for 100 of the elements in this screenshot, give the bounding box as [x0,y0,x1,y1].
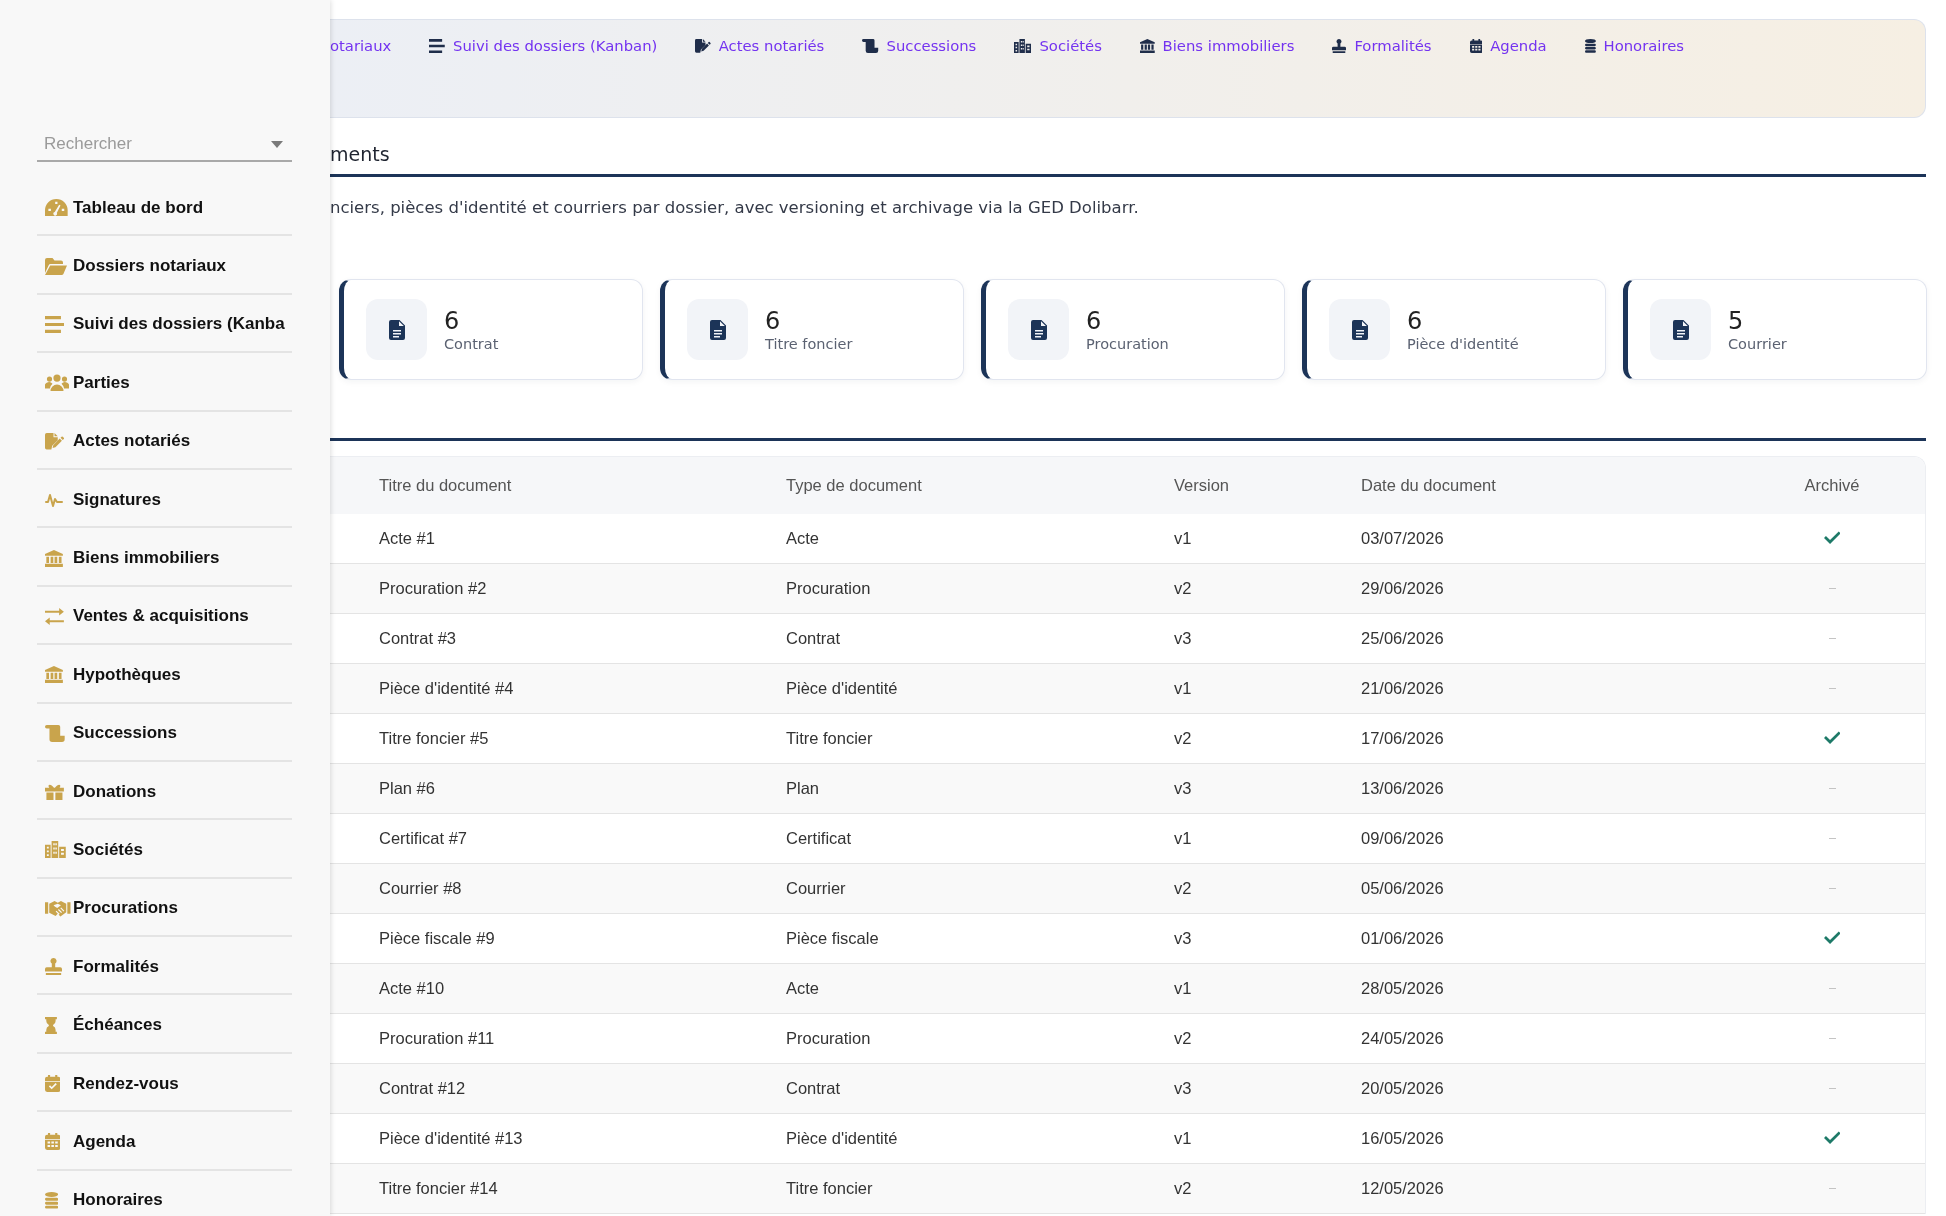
sidebar-item[interactable]: Honoraires [37,1170,292,1216]
column-header: Version [1174,476,1230,495]
buildings-icon [1014,39,1032,53]
zigzag-line-icon [45,492,63,507]
table-cell: v1 [1174,1129,1192,1148]
page-description: nciers, pièces d'identité et courriers par dossier, avec versioning et archivage via la GED Dolibarr. [330,198,1139,217]
nav-link[interactable]: Successions [862,36,977,56]
column-header: Archivé [1804,476,1860,495]
caret-down-icon [271,141,283,148]
table-cell: Titre foncier [786,729,873,748]
search-field[interactable]: Rechercher [37,128,292,162]
document-pen-icon [45,432,64,450]
table-cell: Titre foncier #5 [379,729,489,748]
table-cell: Plan #6 [379,779,435,798]
gift-icon [45,783,64,801]
sidebar-item[interactable]: Parties [37,353,292,412]
table-cell: Pièce d'identité #4 [379,679,514,698]
table-cell: v1 [1174,529,1192,548]
table-cell: Plan [786,779,820,798]
table-cell: Contrat #3 [379,629,457,648]
table-cell: Pièce d'identité #13 [379,1129,523,1148]
table-cell: v2 [1174,579,1192,598]
sidebar-item[interactable]: Formalités [37,937,292,996]
sidebar-item[interactable]: Tableau de bord [37,178,292,237]
table-cell: Procuration [786,1029,871,1048]
table-cell: 12/05/2026 [1361,1179,1444,1198]
column-header: Titre du document [379,476,512,495]
table-cell: 09/06/2026 [1361,829,1444,848]
scroll-icon [862,39,879,53]
stat-label: Titre foncier [765,334,853,353]
table-cell: Acte #1 [379,529,435,548]
sidebar-item[interactable]: Procurations [37,878,292,938]
sidebar-item[interactable]: Sociétés [37,820,292,879]
page-title: ments [330,143,390,165]
table-cell: Courrier #8 [379,879,462,898]
sidebar-item[interactable]: Ventes & acquisitions [37,586,292,646]
swap-arrows-icon [45,607,64,625]
nav-link[interactable]: Biens immobiliers [1139,36,1295,56]
table-cell: v1 [1174,679,1192,698]
sidebar-item[interactable]: Suivi des dossiers (Kanba [37,294,292,354]
nav-link[interactable]: Formalités [1332,36,1432,56]
sidebar-item[interactable]: Agenda [37,1112,292,1171]
stamp-icon [45,958,62,976]
nav-link[interactable]: Agenda [1469,36,1547,56]
sidebar-item[interactable]: Donations [37,761,292,821]
table-cell: 21/06/2026 [1361,679,1444,698]
nav-link[interactable]: Suivi des dossiers (Kanban) [429,36,658,56]
sidebar-item[interactable]: Signatures [37,469,292,529]
sidebar-item[interactable]: Actes notariés [37,411,292,470]
table-cell: 25/06/2026 [1361,629,1444,648]
nav-link[interactable]: Honoraires [1584,36,1684,56]
table-cell: v3 [1174,929,1192,948]
table-cell: Certificat [786,829,852,848]
nav-link[interactable]: otariaux [330,36,392,56]
table-cell: v1 [1174,829,1192,848]
table-cell: Contrat #12 [379,1079,466,1098]
document-icon [1008,299,1069,360]
stat-label: Procuration [1086,334,1169,353]
table-cell: v3 [1174,779,1192,798]
table-cell: Pièce d'identité [786,679,898,698]
table-cell: Acte [786,529,820,548]
people-icon [45,374,69,392]
stat-value: 6 [1407,306,1424,335]
bars-icon [429,39,446,53]
table-cell: Pièce fiscale [786,929,879,948]
hourglass-icon [45,1016,57,1034]
sidebar-item[interactable]: Dossiers notariaux [37,236,292,295]
sidebar-item[interactable]: Rendez-vous [37,1053,292,1113]
table-cell: v1 [1174,979,1192,998]
sidebar-item[interactable]: Échéances [37,995,292,1054]
table-cell: 28/05/2026 [1361,979,1444,998]
table-cell: 01/06/2026 [1361,929,1444,948]
stamp-icon [1332,39,1347,53]
table-cell: 29/06/2026 [1361,579,1444,598]
sidebar-item[interactable]: Successions [37,703,292,762]
table-cell: Courrier [786,879,846,898]
table-cell: Acte [786,979,820,998]
table-cell: Procuration #2 [379,579,487,598]
table-cell: Pièce fiscale #9 [379,929,495,948]
stat-label: Courrier [1728,334,1787,353]
sidebar-item[interactable]: Biens immobiliers [37,528,292,587]
sidebar-item[interactable]: Hypothèques [37,645,292,704]
table-cell: Procuration [786,579,871,598]
table-cell: 24/05/2026 [1361,1029,1444,1048]
stat-value: 6 [765,306,782,335]
bank-icon [45,549,63,567]
table-cell: Procuration #11 [379,1029,495,1048]
stat-label: Pièce d'identité [1407,334,1519,353]
nav-link[interactable]: Actes notariés [695,36,825,56]
document-icon [1650,299,1711,360]
bank-icon [45,666,63,684]
nav-link[interactable]: Sociétés [1014,36,1102,56]
document-pen-icon [695,39,711,53]
table-cell: 17/06/2026 [1361,729,1444,748]
table-cell: v2 [1174,1029,1192,1048]
table-cell: Titre foncier [786,1179,873,1198]
document-icon [1329,299,1390,360]
stat-value: 6 [1086,306,1103,335]
bank-icon [1139,39,1155,53]
stat-label: Contrat [444,334,499,353]
